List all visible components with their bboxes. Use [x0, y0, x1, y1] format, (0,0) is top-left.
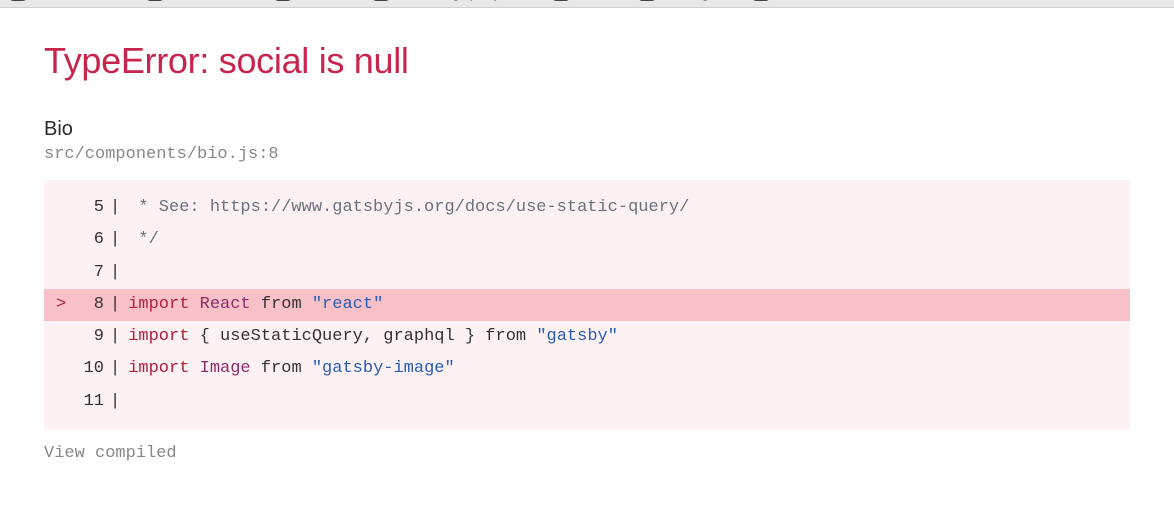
line-code: import React from "react" — [128, 289, 383, 321]
line-separator: | — [104, 224, 128, 256]
bookmark-item[interactable]: …uild Good … — [10, 0, 117, 1]
bookmark-item[interactable]: weather — [275, 0, 343, 1]
bookmark-icon — [147, 0, 163, 1]
code-line: 5| * See: https://www.gatsbyjs.org/docs/… — [44, 192, 1130, 224]
view-compiled-link[interactable]: View compiled — [44, 444, 1130, 463]
line-caret — [56, 224, 72, 256]
line-number: 6 — [72, 224, 104, 256]
code-line: 11| — [44, 386, 1130, 418]
error-overlay: TypeError: social is null Bio src/compon… — [0, 8, 1174, 463]
line-number: 9 — [72, 321, 104, 353]
line-code: import Image from "gatsby-image" — [128, 353, 454, 385]
code-line: 10|import Image from "gatsby-image" — [44, 353, 1130, 385]
bookmark-label: The Gradient — [169, 0, 245, 1]
code-line: 9|import { useStaticQuery, graphql } fro… — [44, 321, 1130, 353]
bookmark-item[interactable]: rea… — [753, 0, 807, 1]
line-separator: | — [104, 289, 128, 321]
code-frame: 5| * See: https://www.gatsbyjs.org/docs/… — [44, 180, 1130, 430]
bookmark-icon — [10, 0, 26, 1]
code-line: 6| */ — [44, 224, 1130, 256]
line-separator: | — [104, 192, 128, 224]
bookmark-icon — [753, 0, 769, 1]
bookmarks-bar: …uild Good … The Gradient weather Introd… — [0, 0, 1174, 8]
line-caret: > — [56, 289, 72, 321]
line-code: * See: https://www.gatsbyjs.org/docs/use… — [128, 192, 689, 224]
line-number: 7 — [72, 257, 104, 289]
line-number: 5 — [72, 192, 104, 224]
line-separator: | — [104, 353, 128, 385]
bookmark-item[interactable]: Introducing spaCy v… — [373, 0, 523, 1]
bookmark-label: rea… — [775, 0, 807, 1]
bookmark-label: …uild Good … — [32, 0, 117, 1]
bookmark-icon — [275, 0, 291, 1]
code-line: 7| — [44, 257, 1130, 289]
line-separator: | — [104, 386, 128, 418]
line-caret — [56, 321, 72, 353]
bookmark-icon — [553, 0, 569, 1]
line-caret — [56, 353, 72, 385]
line-code: import { useStaticQuery, graphql } from … — [128, 321, 618, 353]
bookmark-icon — [639, 0, 655, 1]
line-separator: | — [104, 257, 128, 289]
line-number: 8 — [72, 289, 104, 321]
line-caret — [56, 192, 72, 224]
line-number: 10 — [72, 353, 104, 385]
line-caret — [56, 386, 72, 418]
bookmark-icon — [373, 0, 389, 1]
bookmark-label: Introducing spaCy v… — [395, 0, 523, 1]
bookmark-item[interactable]: Tabulinguä — [639, 0, 724, 1]
bookmark-item[interactable]: The Gradient — [147, 0, 245, 1]
bookmark-label: Kafka — [575, 0, 608, 1]
file-location: src/components/bio.js:8 — [44, 145, 1130, 164]
component-name: Bio — [44, 118, 1130, 141]
bookmark-label: Tabulinguä — [661, 0, 724, 1]
error-title: TypeError: social is null — [44, 40, 1130, 82]
line-separator: | — [104, 321, 128, 353]
line-caret — [56, 257, 72, 289]
line-code: */ — [128, 224, 159, 256]
bookmark-label: weather — [297, 0, 343, 1]
line-number: 11 — [72, 386, 104, 418]
bookmark-item[interactable]: Kafka — [553, 0, 608, 1]
code-line: >8|import React from "react" — [44, 289, 1130, 321]
